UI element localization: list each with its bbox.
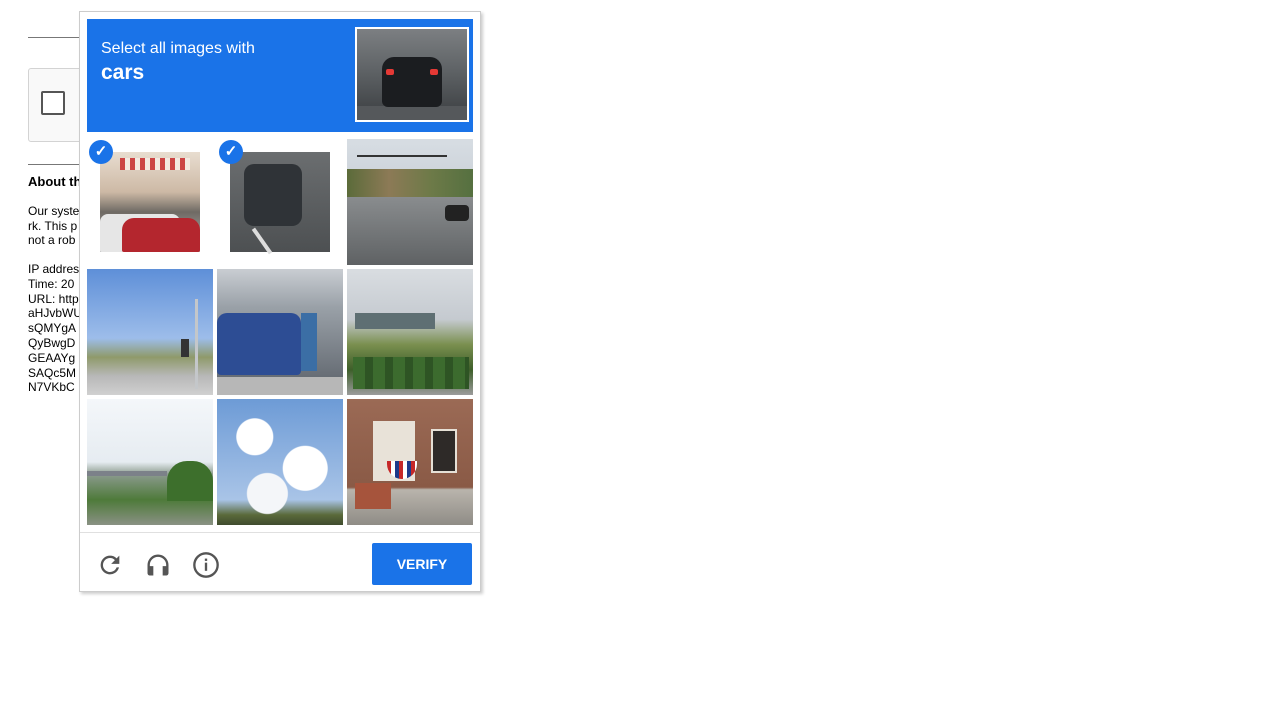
check-icon: ✓ bbox=[89, 140, 113, 164]
tile-image bbox=[347, 269, 473, 395]
detail-line: aHJvbWU bbox=[28, 306, 83, 321]
detail-line: Time: 20 bbox=[28, 276, 75, 291]
detail-line: N7VKbC bbox=[28, 380, 75, 395]
about-heading: About th bbox=[28, 174, 82, 189]
tile-image bbox=[87, 399, 213, 525]
detail-line: SAQc5M bbox=[28, 365, 77, 380]
challenge-header: Select all images with cars bbox=[87, 19, 473, 132]
check-icon: ✓ bbox=[219, 140, 243, 164]
tile-image bbox=[230, 152, 330, 255]
challenge-footer: VERIFY bbox=[80, 532, 480, 593]
reload-icon[interactable] bbox=[96, 551, 124, 579]
image-tile[interactable] bbox=[347, 399, 473, 525]
image-tile[interactable] bbox=[347, 139, 473, 265]
image-tile[interactable]: ✓ bbox=[87, 139, 213, 265]
image-grid: ✓ ✓ bbox=[87, 139, 473, 525]
info-icon[interactable] bbox=[192, 551, 220, 579]
about-line: Our syste bbox=[28, 204, 80, 218]
image-tile[interactable] bbox=[217, 269, 343, 395]
captcha-challenge: Select all images with cars ✓ ✓ VERIFY bbox=[79, 11, 481, 592]
tile-image bbox=[217, 269, 343, 395]
instruction-text: Select all images with bbox=[101, 40, 255, 57]
image-tile[interactable] bbox=[347, 269, 473, 395]
detail-line: IP addres bbox=[28, 262, 80, 276]
tile-image bbox=[100, 152, 200, 252]
about-line: not a rob bbox=[28, 233, 76, 247]
tile-image bbox=[347, 139, 473, 265]
recaptcha-checkbox[interactable] bbox=[41, 91, 65, 115]
target-object-text: cars bbox=[101, 61, 145, 84]
headphones-icon[interactable] bbox=[144, 551, 172, 579]
verify-button[interactable]: VERIFY bbox=[372, 543, 472, 585]
tile-image bbox=[87, 269, 213, 395]
image-tile[interactable] bbox=[87, 269, 213, 395]
sample-image bbox=[355, 27, 469, 122]
tile-image bbox=[217, 399, 343, 525]
image-tile[interactable] bbox=[217, 399, 343, 525]
about-line: rk. This p bbox=[28, 218, 78, 233]
detail-line: GEAAYg bbox=[28, 350, 76, 365]
detail-line: QyBwgD bbox=[28, 335, 76, 350]
about-paragraph: Our syste rk. This p not a rob bbox=[28, 204, 79, 248]
detail-line: URL: http bbox=[28, 291, 79, 306]
sample-car-image bbox=[357, 29, 467, 120]
detail-line: sQMYgA bbox=[28, 321, 77, 336]
request-details: IP addres Time: 20 URL: http aHJvbWU sQM… bbox=[28, 262, 82, 395]
image-tile[interactable]: ✓ bbox=[217, 139, 343, 265]
tile-image bbox=[347, 399, 473, 525]
image-tile[interactable] bbox=[87, 399, 213, 525]
